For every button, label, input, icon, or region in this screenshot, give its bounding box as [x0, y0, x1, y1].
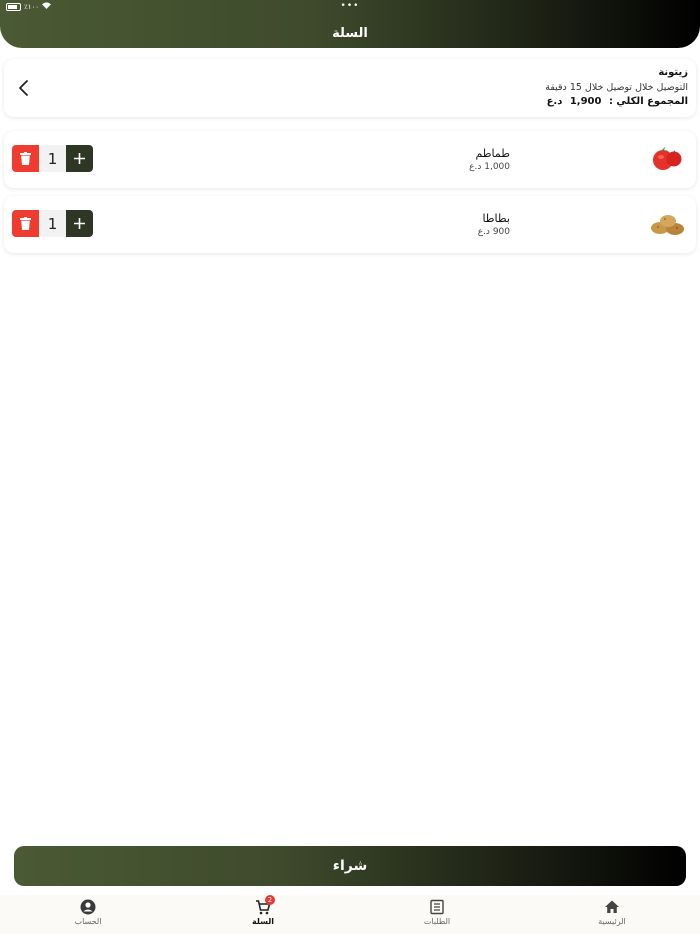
- quantity-value: 1: [39, 145, 66, 172]
- tab-orders[interactable]: الطلبات: [377, 899, 497, 926]
- multitask-dots-icon[interactable]: •••: [341, 1, 360, 11]
- cart-item: 1 طماطم 1,000 د.ع: [4, 131, 696, 188]
- trash-icon: [20, 217, 31, 230]
- orders-icon: [429, 899, 445, 915]
- increase-button[interactable]: [66, 210, 93, 237]
- bottom-tab-bar: الحساب 2 السلة الطلبات الرئيسية: [0, 895, 700, 934]
- tomato-icon: [650, 142, 686, 174]
- increase-button[interactable]: [66, 145, 93, 172]
- total-label: المجموع الكلي :: [608, 96, 688, 107]
- item-name: بطاطا: [482, 212, 510, 225]
- item-name: طماطم: [475, 147, 510, 160]
- tab-account-label: الحساب: [74, 917, 102, 926]
- plus-icon: [74, 218, 85, 229]
- total-value: 1,900: [569, 96, 602, 107]
- chevron-left-icon[interactable]: [14, 78, 34, 98]
- delete-button[interactable]: [12, 210, 39, 237]
- item-price: 900 د.ع: [477, 227, 510, 237]
- cart-badge: 2: [265, 895, 275, 905]
- tab-cart[interactable]: 2 السلة: [203, 895, 323, 926]
- battery-icon: [6, 2, 21, 11]
- trash-icon: [20, 152, 31, 165]
- account-icon: [80, 899, 96, 915]
- potato-icon: [650, 207, 686, 239]
- tab-cart-label: السلة: [251, 917, 274, 926]
- item-price: 1,000 د.ع: [469, 162, 510, 172]
- tab-home-label: الرئيسية: [598, 917, 626, 926]
- home-icon: [604, 899, 620, 915]
- delivery-time: التوصيل خلال توصيل خلال 15 دقيقة: [545, 82, 688, 93]
- delete-button[interactable]: [12, 145, 39, 172]
- tab-home[interactable]: الرئيسية: [552, 899, 672, 926]
- cart-item: 1 بطاطا 900 د.ع: [4, 196, 696, 253]
- app-header: ٪۱۰۰ ••• السلة: [0, 0, 700, 48]
- store-name: زيتونة: [658, 67, 688, 78]
- store-summary-card: زيتونة التوصيل خلال توصيل خلال 15 دقيقة …: [4, 59, 696, 117]
- page-title: السلة: [332, 26, 368, 41]
- battery-percent: ٪۱۰۰: [24, 2, 40, 11]
- buy-button[interactable]: شراء: [14, 846, 686, 886]
- cart-icon: 2: [255, 895, 275, 915]
- wifi-icon: [42, 2, 52, 11]
- quantity-value: 1: [39, 210, 66, 237]
- quantity-stepper: 1: [12, 145, 93, 173]
- status-bar: ٪۱۰۰: [6, 2, 52, 11]
- tab-orders-label: الطلبات: [423, 917, 451, 926]
- tab-account[interactable]: الحساب: [28, 899, 148, 926]
- quantity-stepper: 1: [12, 210, 93, 238]
- total-currency: د.ع: [546, 96, 563, 107]
- cart-total: المجموع الكلي : 1,900 د.ع: [543, 96, 688, 107]
- plus-icon: [74, 153, 85, 164]
